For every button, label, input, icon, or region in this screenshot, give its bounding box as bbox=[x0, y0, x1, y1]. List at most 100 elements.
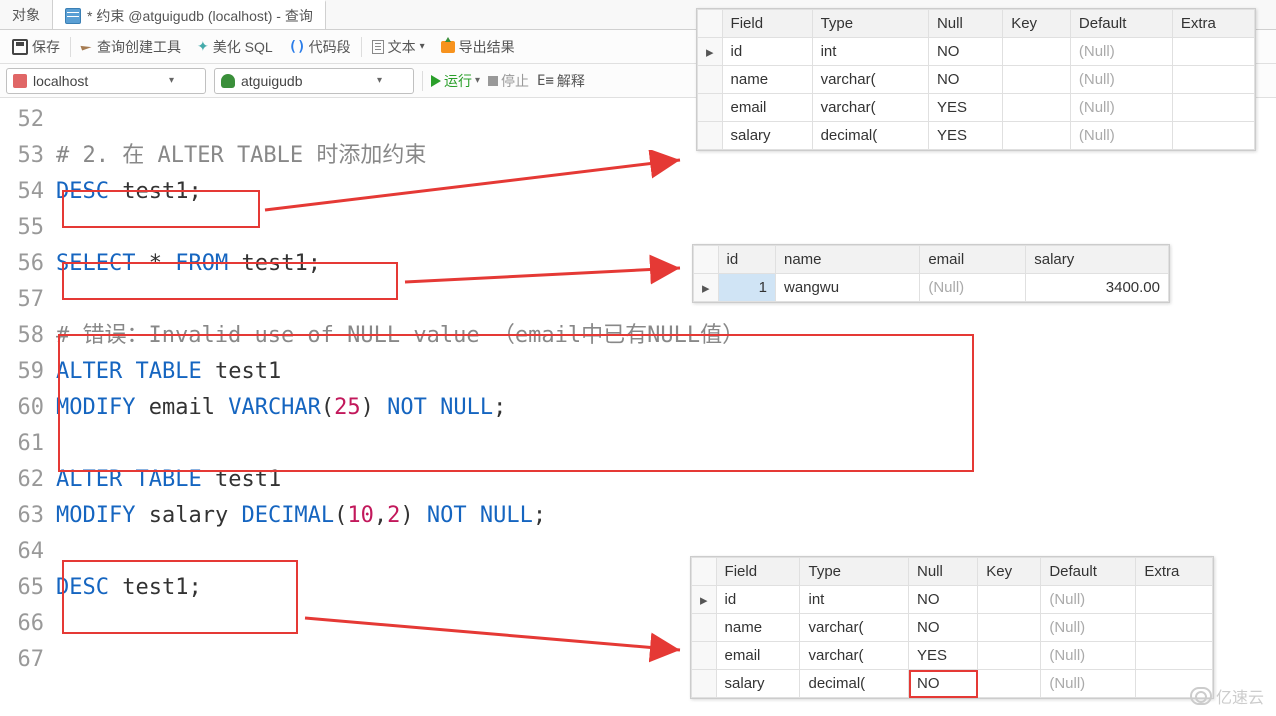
table-row[interactable]: namevarchar(NO(Null) bbox=[698, 66, 1255, 94]
col-field[interactable]: Field bbox=[722, 10, 812, 38]
line-number: 64 bbox=[0, 534, 56, 570]
chevron-down-icon: ▾ bbox=[420, 41, 425, 52]
snippet-label: 代码段 bbox=[309, 37, 351, 57]
query-builder-button[interactable]: 查询创建工具 bbox=[75, 34, 187, 60]
desc-table-2: Field Type Null Key Default Extra ▸idint… bbox=[691, 557, 1213, 698]
save-button[interactable]: 保存 bbox=[6, 34, 66, 60]
col-default[interactable]: Default bbox=[1041, 558, 1136, 586]
highlight-box-3 bbox=[58, 334, 974, 472]
col-name[interactable]: name bbox=[776, 246, 920, 274]
col-id[interactable]: id bbox=[718, 246, 775, 274]
table-row[interactable]: ▸idintNO(Null) bbox=[698, 38, 1255, 66]
table-row[interactable]: salarydecimal(YES(Null) bbox=[698, 122, 1255, 150]
watermark-icon bbox=[1190, 687, 1212, 705]
explain-icon: E≡ bbox=[537, 73, 554, 89]
table-row[interactable]: emailvarchar(YES(Null) bbox=[692, 642, 1213, 670]
col-extra[interactable]: Extra bbox=[1172, 10, 1254, 38]
code-content[interactable]: MODIFY salary DECIMAL(10,2) NOT NULL; bbox=[56, 498, 1276, 534]
database-field[interactable] bbox=[241, 73, 371, 89]
col-null[interactable]: Null bbox=[909, 558, 978, 586]
line-number: 62 bbox=[0, 462, 56, 498]
col-email[interactable]: email bbox=[920, 246, 1026, 274]
tab-objects[interactable]: 对象 bbox=[0, 0, 53, 29]
beautify-label: 美化 SQL bbox=[213, 37, 273, 57]
table-row[interactable]: namevarchar(NO(Null) bbox=[692, 614, 1213, 642]
code-line[interactable]: 63MODIFY salary DECIMAL(10,2) NOT NULL; bbox=[0, 498, 1276, 534]
line-number: 57 bbox=[0, 282, 56, 318]
chevron-down-icon: ▾ bbox=[169, 75, 174, 86]
table-header-row: Field Type Null Key Default Extra bbox=[692, 558, 1213, 586]
table-header-row: Field Type Null Key Default Extra bbox=[698, 10, 1255, 38]
tab-objects-label: 对象 bbox=[12, 5, 40, 25]
line-number: 63 bbox=[0, 498, 56, 534]
select-table: id name email salary ▸1wangwu(Null)3400.… bbox=[693, 245, 1169, 302]
tab-query-label: * 约束 @atguigudb (localhost) - 查询 bbox=[87, 6, 313, 26]
col-default[interactable]: Default bbox=[1070, 10, 1172, 38]
brackets-icon: () bbox=[289, 39, 305, 55]
select-result: id name email salary ▸1wangwu(Null)3400.… bbox=[692, 244, 1170, 303]
explain-button[interactable]: E≡ 解释 bbox=[537, 71, 585, 91]
text-label: 文本 bbox=[388, 37, 416, 57]
line-number: 53 bbox=[0, 138, 56, 174]
run-label: 运行 bbox=[444, 71, 472, 91]
desc-result-2: Field Type Null Key Default Extra ▸idint… bbox=[690, 556, 1214, 699]
col-type[interactable]: Type bbox=[812, 10, 928, 38]
explain-label: 解释 bbox=[557, 71, 585, 91]
stop-icon bbox=[488, 76, 498, 86]
table-row[interactable]: salarydecimal(NO(Null) bbox=[692, 670, 1213, 698]
line-number: 55 bbox=[0, 210, 56, 246]
query-builder-label: 查询创建工具 bbox=[97, 37, 181, 57]
line-number: 59 bbox=[0, 354, 56, 390]
beautify-sql-button[interactable]: ✦ 美化 SQL bbox=[191, 34, 279, 60]
host-field[interactable] bbox=[33, 73, 163, 89]
stop-label: 停止 bbox=[501, 71, 529, 91]
hammer-icon bbox=[80, 42, 91, 50]
col-key[interactable]: Key bbox=[978, 558, 1041, 586]
line-number: 52 bbox=[0, 102, 56, 138]
table-row[interactable]: ▸1wangwu(Null)3400.00 bbox=[694, 274, 1169, 302]
col-field[interactable]: Field bbox=[716, 558, 800, 586]
line-number: 67 bbox=[0, 642, 56, 678]
host-combo[interactable]: ▾ bbox=[6, 68, 206, 94]
save-label: 保存 bbox=[32, 37, 60, 57]
watermark: 亿速云 bbox=[1190, 684, 1264, 708]
watermark-text: 亿速云 bbox=[1216, 684, 1264, 708]
stop-button: 停止 bbox=[488, 71, 529, 91]
snippet-button[interactable]: () 代码段 bbox=[283, 34, 357, 60]
line-number: 61 bbox=[0, 426, 56, 462]
line-number: 66 bbox=[0, 606, 56, 642]
desc-table-1: Field Type Null Key Default Extra ▸idint… bbox=[697, 9, 1255, 150]
col-key[interactable]: Key bbox=[1003, 10, 1071, 38]
table-row[interactable]: emailvarchar(YES(Null) bbox=[698, 94, 1255, 122]
run-button[interactable]: 运行 ▾ bbox=[431, 71, 480, 91]
line-number: 65 bbox=[0, 570, 56, 606]
col-extra[interactable]: Extra bbox=[1136, 558, 1213, 586]
play-icon bbox=[431, 75, 441, 87]
col-salary[interactable]: salary bbox=[1026, 246, 1169, 274]
database-combo[interactable]: ▾ bbox=[214, 68, 414, 94]
col-type[interactable]: Type bbox=[800, 558, 909, 586]
export-icon bbox=[441, 41, 455, 53]
doc-icon bbox=[372, 40, 384, 54]
database-icon bbox=[221, 74, 235, 88]
export-label: 导出结果 bbox=[459, 37, 515, 57]
line-number: 56 bbox=[0, 246, 56, 282]
query-tab-icon bbox=[65, 8, 81, 24]
chevron-down-icon: ▾ bbox=[475, 75, 480, 86]
table-header-row: id name email salary bbox=[694, 246, 1169, 274]
line-number: 60 bbox=[0, 390, 56, 426]
tab-query[interactable]: * 约束 @atguigudb (localhost) - 查询 bbox=[53, 0, 326, 29]
line-number: 58 bbox=[0, 318, 56, 354]
save-icon bbox=[12, 39, 28, 55]
export-result-button[interactable]: 导出结果 bbox=[435, 34, 521, 60]
magic-icon: ✦ bbox=[197, 38, 209, 55]
plug-icon bbox=[13, 74, 27, 88]
highlight-box-4 bbox=[62, 560, 298, 634]
line-number: 54 bbox=[0, 174, 56, 210]
highlight-box-1 bbox=[62, 190, 260, 228]
chevron-down-icon: ▾ bbox=[377, 75, 382, 86]
text-button[interactable]: 文本 ▾ bbox=[366, 34, 431, 60]
table-row[interactable]: ▸idintNO(Null) bbox=[692, 586, 1213, 614]
desc-result-1: Field Type Null Key Default Extra ▸idint… bbox=[696, 8, 1256, 151]
col-null[interactable]: Null bbox=[928, 10, 1002, 38]
